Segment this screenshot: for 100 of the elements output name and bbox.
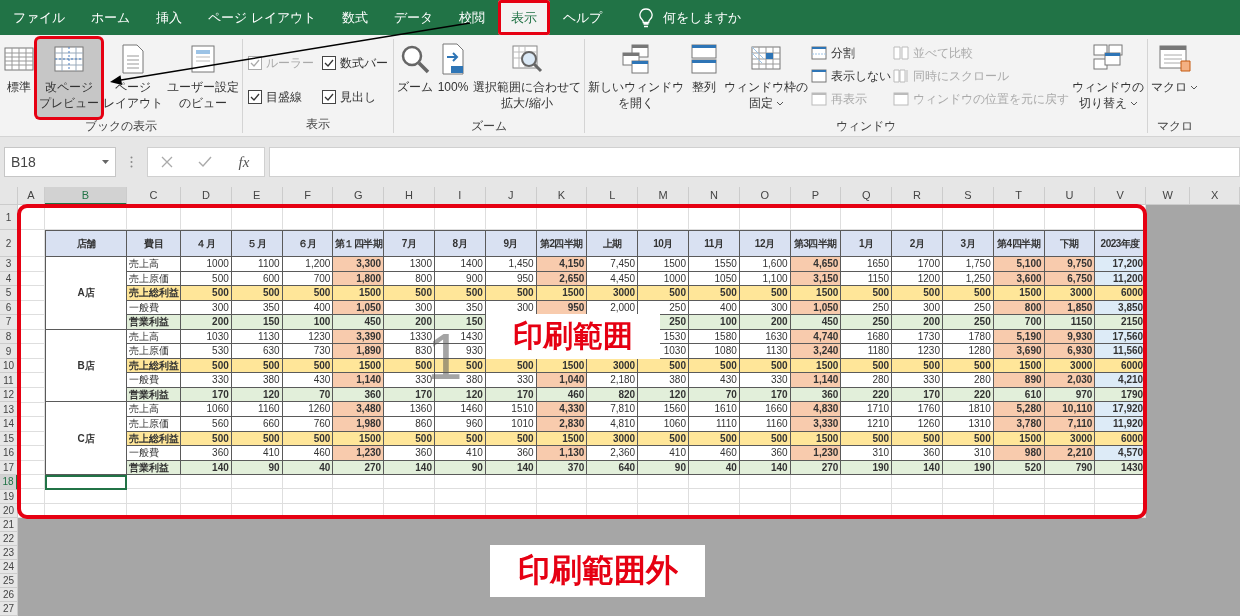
ribbon-tab[interactable]: ページ レイアウト (195, 0, 329, 35)
table-cell: 2,210 (1044, 446, 1096, 461)
checkbox[interactable]: 見出し (322, 87, 388, 107)
row-header[interactable]: 5 (0, 286, 18, 301)
ribbon-tab[interactable]: ファイル (0, 0, 78, 35)
table-cell: 1130 (739, 344, 791, 359)
row-header[interactable]: 22 (0, 532, 18, 547)
ribbon-button[interactable]: マクロ (1149, 39, 1200, 117)
row-header[interactable]: 25 (0, 574, 18, 589)
table-cell: 7,110 (1044, 417, 1096, 432)
checkbox[interactable]: 目盛線 (248, 87, 314, 107)
column-header[interactable]: M (638, 187, 689, 205)
ribbon-button[interactable]: 整列 (686, 39, 722, 117)
table-cell: 4,650 (790, 257, 842, 272)
column-header[interactable]: O (739, 187, 791, 205)
enter-icon[interactable] (197, 156, 212, 168)
table-cell: 2,030 (1044, 373, 1096, 388)
table-cell: 1500 (536, 286, 588, 301)
row-header[interactable]: 11 (0, 373, 18, 388)
column-header[interactable]: T (993, 187, 1045, 205)
column-header[interactable]: H (384, 187, 435, 205)
ribbon-button[interactable]: 100% (435, 39, 471, 117)
select-all-corner[interactable] (0, 187, 18, 205)
row-header[interactable]: 21 (0, 518, 18, 533)
column-header[interactable]: G (333, 187, 385, 205)
table-cell: 1,040 (536, 373, 588, 388)
row-header[interactable]: 2 (0, 230, 18, 257)
tell-me-search[interactable]: 何をしますか (662, 8, 741, 27)
cancel-icon[interactable] (160, 156, 173, 168)
column-header[interactable]: X (1190, 187, 1240, 205)
ribbon-button[interactable]: 選択範囲に合わせて 拡大/縮小 (471, 39, 583, 117)
table-cell: 1230 (892, 344, 943, 359)
formula-input[interactable] (269, 147, 1240, 177)
ribbon-tab[interactable]: データ (380, 0, 446, 35)
ribbon-tab[interactable]: 挿入 (143, 0, 195, 35)
column-header[interactable]: D (181, 187, 232, 205)
ribbon-tab[interactable]: 数式 (328, 0, 381, 35)
header-cell: 第4四半期 (993, 230, 1045, 257)
row-header[interactable]: 9 (0, 344, 18, 359)
table-cell: 3,330 (790, 417, 842, 432)
ribbon-button[interactable]: 改ページ プレビュー (37, 39, 101, 117)
column-header[interactable]: P (790, 187, 842, 205)
column-header[interactable]: L (587, 187, 639, 205)
ribbon-button[interactable]: ページ レイアウト (101, 39, 165, 117)
table-cell: 830 (384, 344, 435, 359)
ribbon-button[interactable]: ユーザー設定 のビュー (165, 39, 241, 117)
table-cell: 1400 (435, 257, 486, 272)
ribbon-tab[interactable]: 校閲 (445, 0, 498, 35)
row-header[interactable]: 13 (0, 402, 18, 417)
table-cell: 1500 (790, 286, 842, 301)
row-header[interactable]: 26 (0, 588, 18, 603)
ribbon-button[interactable]: 分割 (811, 43, 891, 63)
table-cell: 4,830 (790, 402, 842, 417)
row-header[interactable]: 1 (0, 205, 18, 230)
column-header[interactable]: V (1095, 187, 1147, 205)
store-cell: C店 (45, 402, 127, 476)
ribbon-button[interactable]: ウィンドウ枠の 固定 (722, 39, 810, 117)
row-header[interactable]: 7 (0, 315, 18, 330)
table-cell: 460 (282, 446, 334, 461)
column-header[interactable]: K (536, 187, 588, 205)
insert-function-button[interactable]: fx (236, 153, 252, 171)
column-header[interactable]: B (45, 187, 127, 205)
table-cell: 1150 (1044, 315, 1096, 330)
name-box[interactable]: B18 (4, 147, 116, 177)
column-header[interactable]: U (1044, 187, 1096, 205)
table-cell: 3000 (1044, 286, 1096, 301)
ribbon-tab[interactable]: ホーム (78, 0, 143, 35)
row-header[interactable]: 24 (0, 560, 18, 575)
column-header[interactable]: S (942, 187, 994, 205)
row-header[interactable]: 27 (0, 602, 18, 616)
column-header[interactable]: E (231, 187, 283, 205)
ribbon-button[interactable]: ズーム (395, 39, 435, 117)
table-cell: 500 (181, 286, 232, 301)
ribbon-button[interactable]: ウィンドウの 切り替え (1070, 39, 1146, 117)
column-header[interactable]: W (1146, 187, 1191, 205)
table-cell: 430 (688, 373, 740, 388)
row-header[interactable]: 18 (0, 475, 18, 490)
row-header[interactable]: 14 (0, 417, 18, 432)
ribbon-button[interactable]: 新しいウィンドウ を開く (586, 39, 686, 117)
selected-cell[interactable] (45, 475, 127, 490)
table-cell: 4,810 (587, 417, 639, 432)
column-header[interactable]: R (892, 187, 943, 205)
ribbon-button[interactable]: 表示しない (811, 66, 891, 86)
column-header[interactable]: C (127, 187, 181, 205)
ribbon-tab[interactable]: ヘルプ (549, 0, 615, 35)
row-header[interactable]: 16 (0, 446, 18, 461)
column-header[interactable]: J (485, 187, 537, 205)
ribbon-tab[interactable]: 表示 (497, 0, 550, 35)
table-cell: 1,980 (333, 417, 385, 432)
column-header[interactable]: N (688, 187, 740, 205)
table-cell: 7,450 (587, 257, 639, 272)
column-header[interactable]: Q (841, 187, 893, 205)
table-cell: 500 (892, 286, 943, 301)
row-header[interactable]: 23 (0, 546, 18, 561)
column-header[interactable]: I (435, 187, 486, 205)
header-cell: 11月 (688, 230, 740, 257)
checkbox[interactable]: 数式バー (322, 53, 388, 73)
column-header[interactable]: F (282, 187, 334, 205)
column-header[interactable]: A (18, 187, 45, 205)
row-header[interactable]: 3 (0, 257, 18, 272)
